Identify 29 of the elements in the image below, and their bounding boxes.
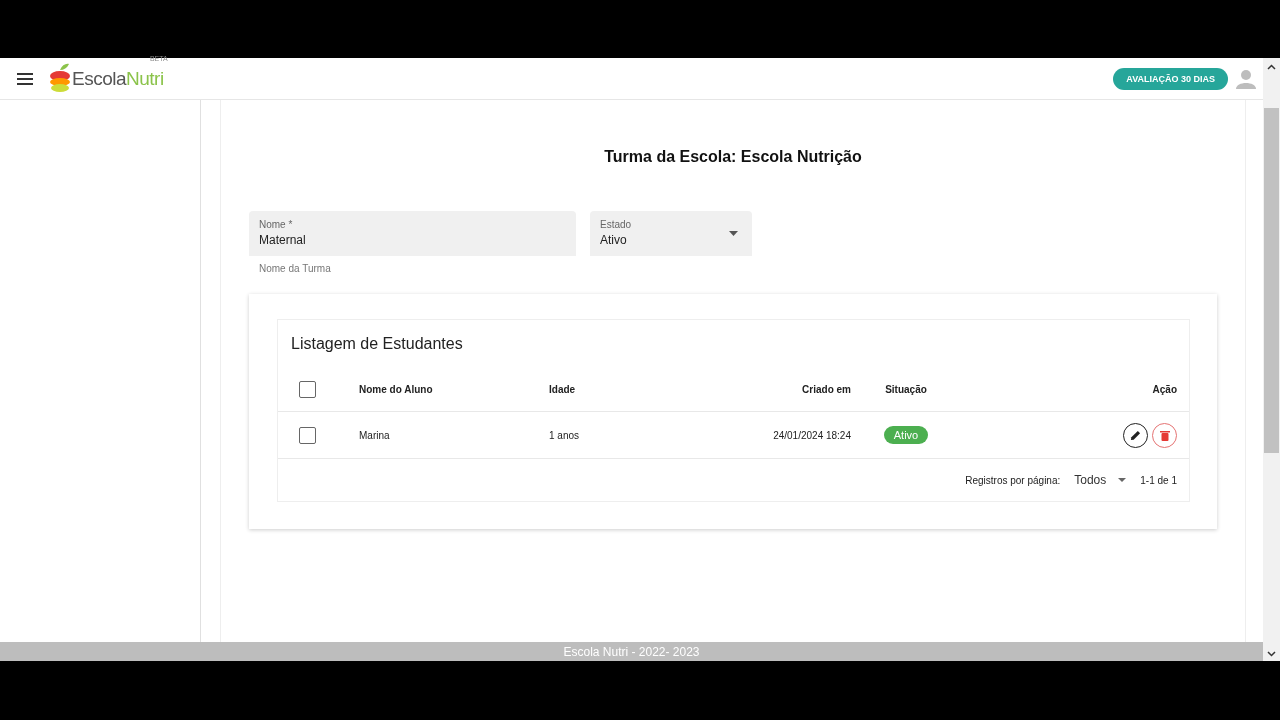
table-cell-text: 1 anos <box>549 429 581 441</box>
pagination-range: 1-1 de 1 <box>1140 474 1177 486</box>
scrollbar[interactable] <box>1263 58 1280 661</box>
pencil-icon <box>1130 429 1141 441</box>
column-header: Idade <box>549 383 577 395</box>
column-header: Nome do Aluno <box>359 383 434 395</box>
rows-per-page-select[interactable]: Todos <box>1074 473 1127 487</box>
page-title: Turma da Escola: Escola Nutrição <box>604 148 862 166</box>
table-cell-text: Marina <box>359 429 391 441</box>
status-chip: Ativo <box>883 426 929 444</box>
row-checkbox[interactable] <box>299 426 316 444</box>
column-header: Ação <box>1152 383 1177 395</box>
trash-icon <box>1159 429 1170 441</box>
helper-text: Nome da Turma <box>259 263 332 274</box>
table-cell: 24/01/2024 18:24 <box>773 429 851 441</box>
status-select[interactable]: Estado Ativo <box>590 211 752 256</box>
select-all-checkbox[interactable] <box>299 380 316 398</box>
column-header: Situação <box>885 383 927 395</box>
column-header: Criado em <box>802 383 851 395</box>
footer-text: Escola Nutri - 2022- 2023 <box>563 644 700 659</box>
name-field[interactable]: Nome * Maternal <box>249 211 576 256</box>
rows-per-page-label: Registros por página: <box>965 474 1061 486</box>
dropdown-caret-icon <box>729 231 738 236</box>
name-input[interactable]: Maternal <box>259 233 566 247</box>
delete-button[interactable] <box>1152 422 1177 448</box>
table-title: Listagem de Estudantes <box>290 334 464 354</box>
edit-button[interactable] <box>1123 422 1148 448</box>
logo-text: EscolaNutri <box>72 67 164 90</box>
caret-icon <box>1118 478 1127 482</box>
